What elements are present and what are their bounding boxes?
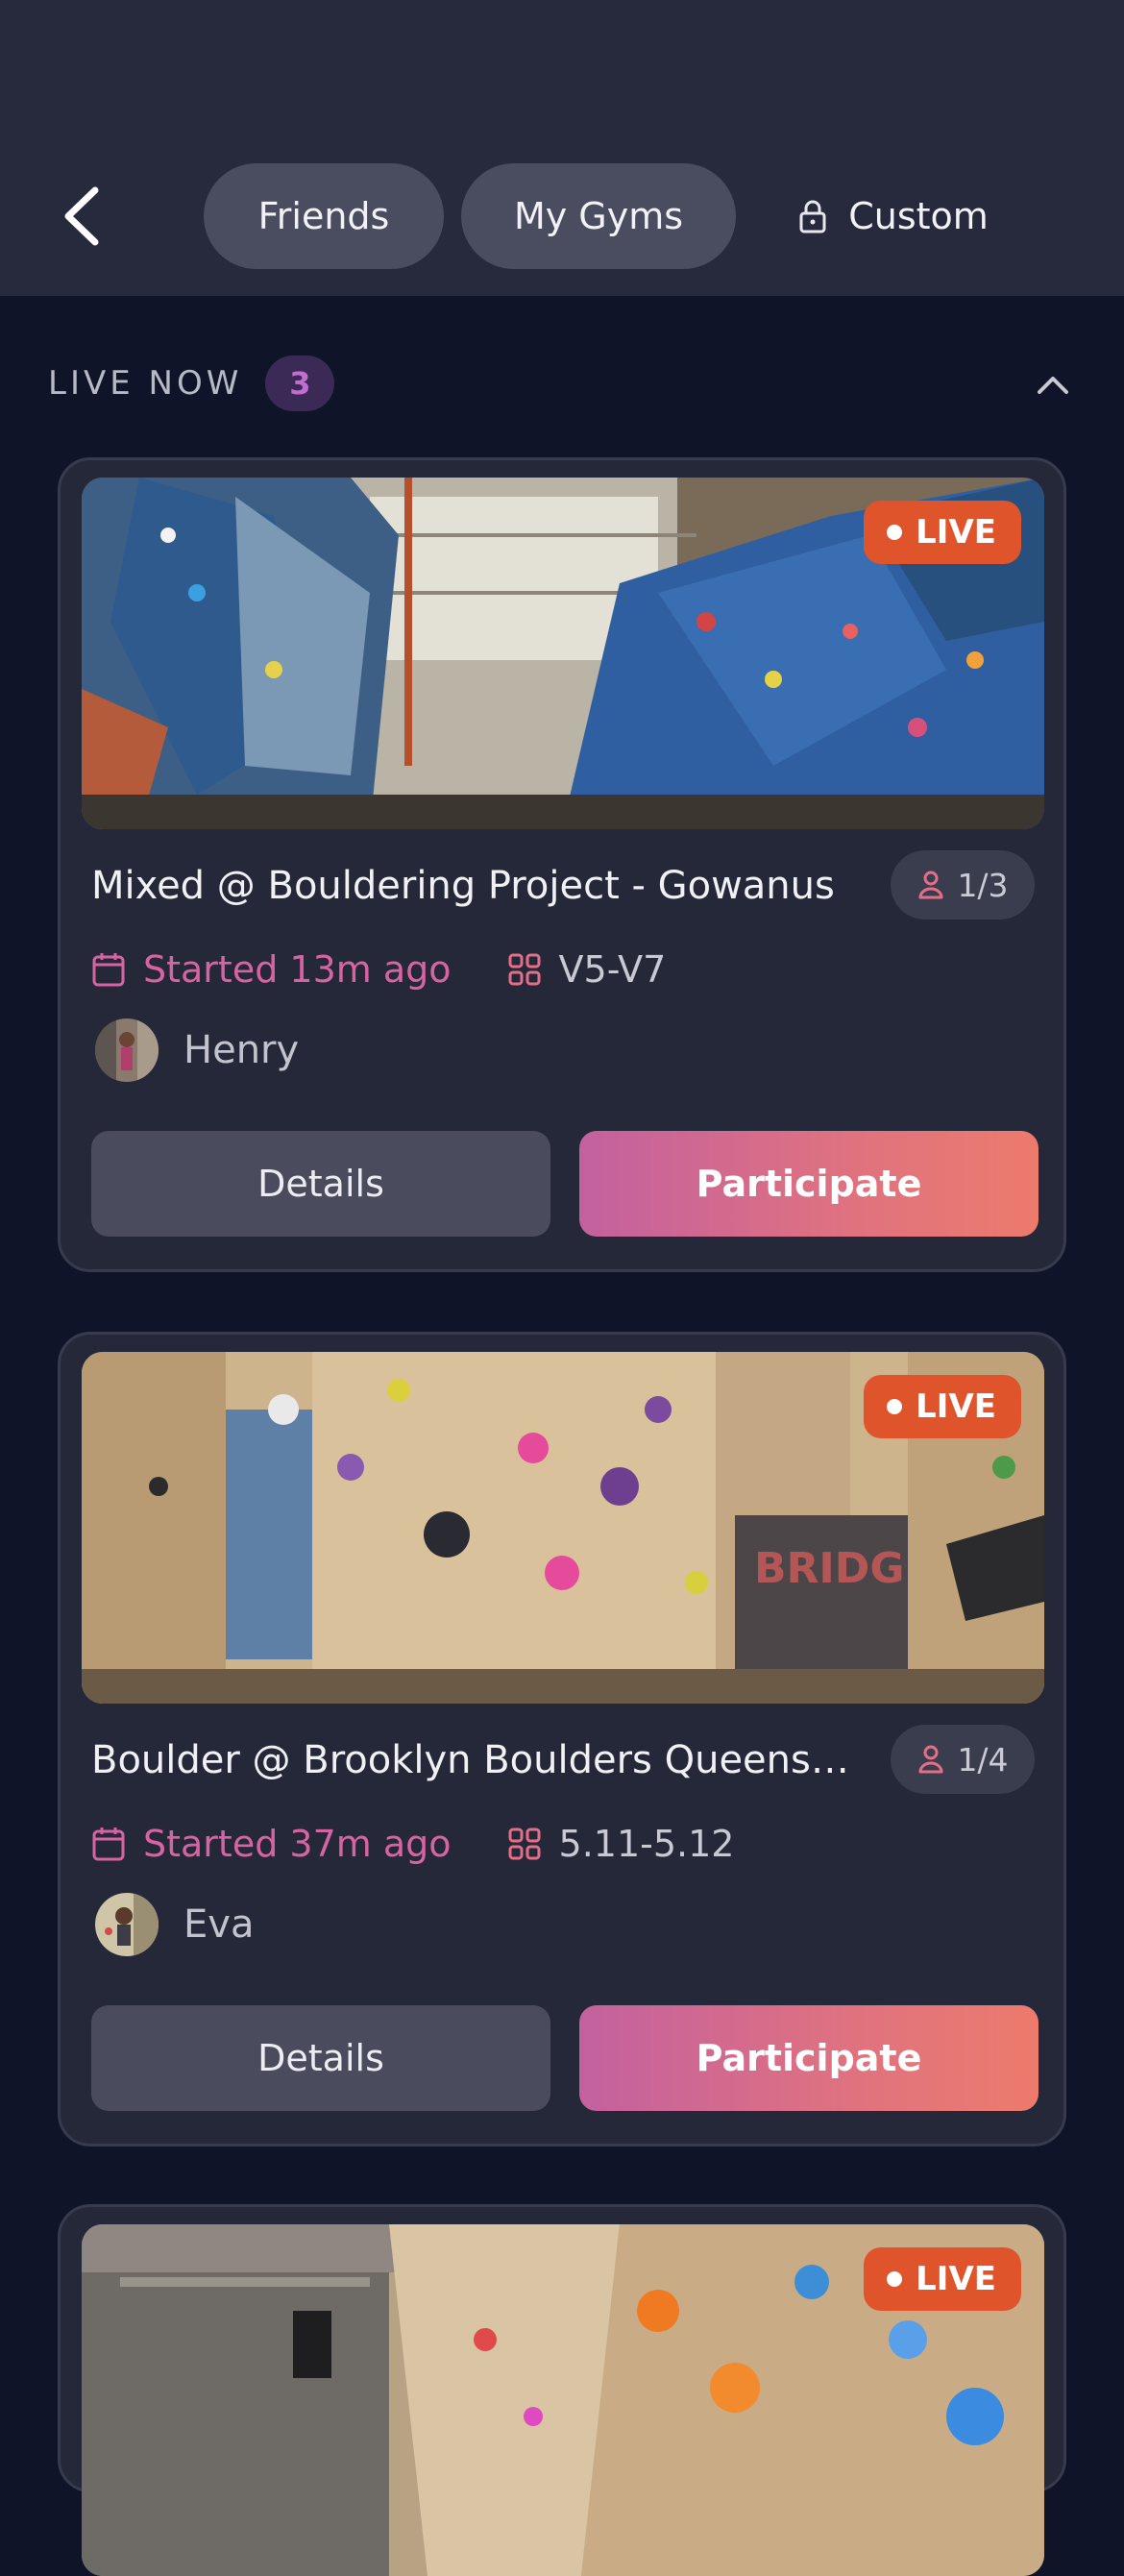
avatar: [95, 1893, 159, 1956]
person-icon: [918, 871, 943, 899]
calendar-icon: [92, 953, 125, 987]
live-count-badge: 3: [265, 356, 335, 411]
collapse-button[interactable]: [1030, 361, 1076, 407]
started-info: Started 37m ago: [91, 1823, 452, 1865]
details-label: Details: [257, 1163, 384, 1205]
session-card: LIVE Mixed @ Bouldering Project - Gowanu…: [58, 457, 1066, 1272]
tab-my-gyms[interactable]: My Gyms: [461, 163, 736, 269]
participant-count-value: 1/4: [957, 1740, 1009, 1779]
live-label: LIVE: [916, 2260, 996, 2298]
grid-icon: [508, 953, 541, 986]
host: Eva: [95, 1892, 254, 1957]
live-dot-icon: [887, 1399, 903, 1414]
calendar-icon: [92, 1828, 125, 1861]
live-badge: LIVE: [864, 1375, 1021, 1438]
participate-label: Participate: [696, 1163, 922, 1205]
live-badge: LIVE: [864, 501, 1021, 564]
live-badge: LIVE: [864, 2247, 1021, 2311]
session-title: Boulder @ Brooklyn Boulders Queens…: [91, 1738, 849, 1782]
tab-friends-label: Friends: [257, 195, 390, 237]
svg-text:BRIDGE: BRIDGE: [754, 1544, 933, 1593]
started-text: Started 13m ago: [143, 948, 452, 991]
grade-info: 5.11-5.12: [507, 1823, 735, 1865]
participant-count-value: 1/3: [957, 866, 1009, 904]
top-bar: Friends My Gyms Custom: [0, 0, 1124, 296]
grade-text: 5.11-5.12: [558, 1823, 735, 1865]
gym-photo: LIVE: [82, 2224, 1044, 2576]
section-title: LIVE NOW: [48, 364, 243, 403]
chevron-up-icon: [1038, 377, 1068, 394]
lock-icon: [799, 200, 826, 233]
participant-count: 1/4: [891, 1725, 1035, 1794]
details-button[interactable]: Details: [91, 1131, 550, 1237]
host: Henry: [95, 1018, 299, 1083]
started-info: Started 13m ago: [91, 948, 452, 991]
chevron-left-icon: [64, 186, 99, 246]
gym-photo: BRIDGE LIVE: [82, 1352, 1044, 1704]
tab-friends[interactable]: Friends: [204, 163, 444, 269]
grade-text: V5-V7: [558, 948, 667, 991]
details-label: Details: [257, 2037, 384, 2079]
participate-button[interactable]: Participate: [579, 2005, 1038, 2111]
tab-custom[interactable]: Custom: [769, 163, 1018, 269]
host-name: Henry: [183, 1028, 300, 1072]
participate-label: Participate: [696, 2037, 922, 2079]
session-card: BRIDGE LIVE Boulder @ Brooklyn Boulders …: [58, 1332, 1066, 2147]
gym-photo: LIVE: [82, 478, 1044, 829]
grade-info: V5-V7: [507, 948, 667, 991]
person-icon: [918, 1745, 943, 1774]
live-dot-icon: [887, 525, 903, 540]
session-card: LIVE: [58, 2204, 1066, 2576]
session-meta: Started 13m ago V5-V7: [91, 943, 666, 996]
live-dot-icon: [887, 2271, 903, 2287]
grid-icon: [508, 1828, 541, 1860]
live-label: LIVE: [916, 1387, 996, 1426]
session-title: Mixed @ Bouldering Project - Gowanus: [91, 864, 835, 908]
participate-button[interactable]: Participate: [579, 1131, 1038, 1237]
live-now-header: LIVE NOW 3: [48, 354, 1076, 413]
session-meta: Started 37m ago 5.11-5.12: [91, 1817, 734, 1871]
details-button[interactable]: Details: [91, 2005, 550, 2111]
back-button[interactable]: [50, 177, 113, 256]
started-text: Started 37m ago: [143, 1823, 452, 1865]
tab-custom-label: Custom: [848, 195, 989, 237]
host-name: Eva: [183, 1902, 255, 1947]
live-label: LIVE: [916, 513, 996, 552]
participant-count: 1/3: [891, 850, 1035, 920]
tab-my-gyms-label: My Gyms: [513, 195, 684, 237]
avatar: [95, 1018, 159, 1082]
